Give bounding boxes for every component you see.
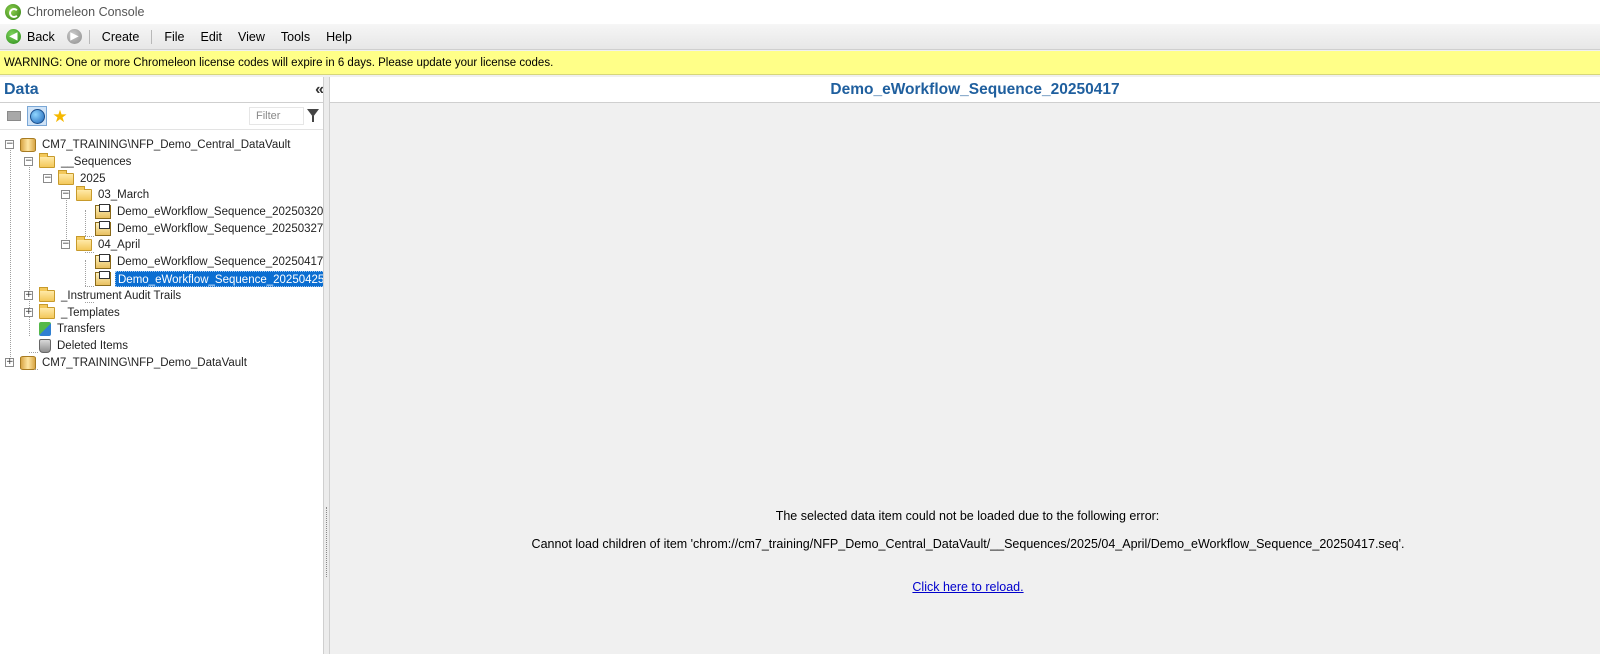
sequence-icon xyxy=(95,253,111,269)
file-menu[interactable]: File xyxy=(156,26,192,48)
license-warning-bar: WARNING: One or more Chromeleon license … xyxy=(0,51,1600,75)
back-button[interactable]: ◀ Back xyxy=(0,26,60,48)
folder-icon xyxy=(76,235,92,251)
title-bar: Chromeleon Console xyxy=(0,0,1600,24)
tree-node-demo-datavault[interactable]: + CM7_TRAINING\NFP_Demo_DataVault xyxy=(5,354,249,371)
tree-connector xyxy=(85,210,86,236)
tree-node-label: __Sequences xyxy=(61,155,132,168)
collapse-toggle-icon[interactable]: − xyxy=(61,190,70,199)
tree-node-instrument-audit-trails[interactable]: + _Instrument Audit Trails xyxy=(24,286,183,304)
filter-funnel-icon[interactable] xyxy=(307,109,319,122)
collapse-toggle-icon[interactable]: − xyxy=(24,157,33,166)
collapse-toggle-icon[interactable]: − xyxy=(43,174,52,183)
tree-node-sequence-20250320[interactable]: Demo_eWorkflow_Sequence_20250320 xyxy=(95,203,325,220)
create-menu[interactable]: Create xyxy=(94,26,148,48)
forward-arrow-icon: ▶ xyxy=(66,29,82,44)
sequence-icon xyxy=(95,203,111,219)
tree-node-label: Demo_eWorkflow_Sequence_20250320 xyxy=(117,205,324,218)
tree-connector xyxy=(85,260,86,286)
tree-node-central-datavault[interactable]: − CM7_TRAINING\NFP_Demo_Central_DataVaul… xyxy=(5,136,292,153)
filter-input[interactable]: Filter xyxy=(249,107,304,125)
sequence-icon xyxy=(95,270,111,286)
network-globe-icon[interactable] xyxy=(27,106,47,126)
datavault-icon xyxy=(20,355,36,370)
tree-node-label: 04_April xyxy=(98,238,141,251)
reload-link-text[interactable]: Click here to reload. xyxy=(912,580,1023,594)
tree-node-label: Transfers xyxy=(57,322,106,335)
folder-icon xyxy=(39,286,55,302)
data-navigation-panel: Data « ★ Filter − CM7_TRAINING\NFP_Demo_… xyxy=(0,77,331,654)
tree-node-label: 2025 xyxy=(80,172,106,185)
folder-icon xyxy=(39,303,55,319)
data-panel-title: Data xyxy=(4,80,39,98)
collapse-toggle-icon[interactable]: − xyxy=(61,240,70,249)
panel-splitter[interactable] xyxy=(323,77,330,654)
folder-icon xyxy=(76,185,92,201)
tree-node-march-folder[interactable]: − 03_March xyxy=(61,185,151,203)
reload-link: Click here to reload. xyxy=(330,580,1600,594)
window-title: Chromeleon Console xyxy=(27,5,145,19)
data-tree: − CM7_TRAINING\NFP_Demo_Central_DataVaul… xyxy=(0,130,330,630)
menu-separator xyxy=(151,29,153,44)
chromeleon-logo-icon xyxy=(5,4,21,20)
tree-connector xyxy=(29,352,38,353)
tools-menu[interactable]: Tools xyxy=(273,26,318,48)
tree-node-label-selected: Demo_eWorkflow_Sequence_20250425 xyxy=(115,270,328,287)
tree-node-label: _Templates xyxy=(61,306,120,319)
tree-node-sequence-20250327[interactable]: Demo_eWorkflow_Sequence_20250327 xyxy=(95,220,325,237)
error-detail: Cannot load children of item 'chrom://cm… xyxy=(531,537,1405,551)
back-arrow-icon: ◀ xyxy=(6,29,21,44)
tree-node-label: CM7_TRAINING\NFP_Demo_Central_DataVault xyxy=(42,138,291,151)
edit-menu[interactable]: Edit xyxy=(192,26,230,48)
view-menu[interactable]: View xyxy=(230,26,273,48)
tree-node-sequence-20250417[interactable]: Demo_eWorkflow_Sequence_20250417 xyxy=(95,253,325,270)
folder-icon xyxy=(58,169,74,185)
sequence-icon xyxy=(95,220,111,236)
tree-node-label: _Instrument Audit Trails xyxy=(61,289,182,302)
menu-bar: ◀ Back ▶ Create File Edit View Tools Hel… xyxy=(0,24,1600,50)
expand-toggle-icon[interactable]: + xyxy=(24,291,33,300)
expand-toggle-icon[interactable]: + xyxy=(24,308,33,317)
tree-node-label: Demo_eWorkflow_Sequence_20250417 xyxy=(117,255,324,268)
forward-button[interactable]: ▶ xyxy=(60,26,85,48)
license-warning-text: WARNING: One or more Chromeleon license … xyxy=(4,56,554,69)
detail-panel-header: Demo_eWorkflow_Sequence_20250417 xyxy=(330,77,1600,103)
datavault-icon xyxy=(20,137,36,152)
menu-separator xyxy=(88,29,90,44)
tree-connector xyxy=(10,144,11,361)
detail-panel: Demo_eWorkflow_Sequence_20250417 The sel… xyxy=(330,77,1600,654)
tree-node-label: 03_March xyxy=(98,188,150,201)
tree-node-sequences-folder[interactable]: − __Sequences xyxy=(24,152,133,170)
data-panel-toolbar: ★ Filter xyxy=(0,103,330,130)
tree-node-templates[interactable]: + _Templates xyxy=(24,303,122,321)
data-panel-header: Data « xyxy=(0,77,330,103)
trash-icon xyxy=(39,338,51,353)
tree-node-label: CM7_TRAINING\NFP_Demo_DataVault xyxy=(42,356,247,369)
tree-node-2025-folder[interactable]: − 2025 xyxy=(43,169,108,187)
collapse-toggle-icon[interactable]: − xyxy=(5,140,14,149)
tree-node-deleted-items[interactable]: Deleted Items xyxy=(39,337,130,354)
tree-node-sequence-20250425[interactable]: Demo_eWorkflow_Sequence_20250425 xyxy=(95,270,328,287)
tree-node-april-folder[interactable]: − 04_April xyxy=(61,235,142,253)
favorites-star-icon[interactable]: ★ xyxy=(50,106,70,126)
folder-icon xyxy=(39,152,55,168)
back-label: Back xyxy=(27,29,55,44)
help-menu[interactable]: Help xyxy=(318,26,360,48)
transfers-icon xyxy=(39,321,51,336)
tree-node-label: Demo_eWorkflow_Sequence_20250327 xyxy=(117,222,324,235)
splitter-grip[interactable] xyxy=(326,507,328,577)
local-computer-icon[interactable] xyxy=(4,106,24,126)
expand-toggle-icon[interactable]: + xyxy=(5,358,14,367)
error-heading: The selected data item could not be load… xyxy=(775,509,1160,523)
detail-panel-title: Demo_eWorkflow_Sequence_20250417 xyxy=(830,80,1120,98)
tree-node-label: Deleted Items xyxy=(57,339,128,352)
tree-node-transfers[interactable]: Transfers xyxy=(39,320,107,337)
